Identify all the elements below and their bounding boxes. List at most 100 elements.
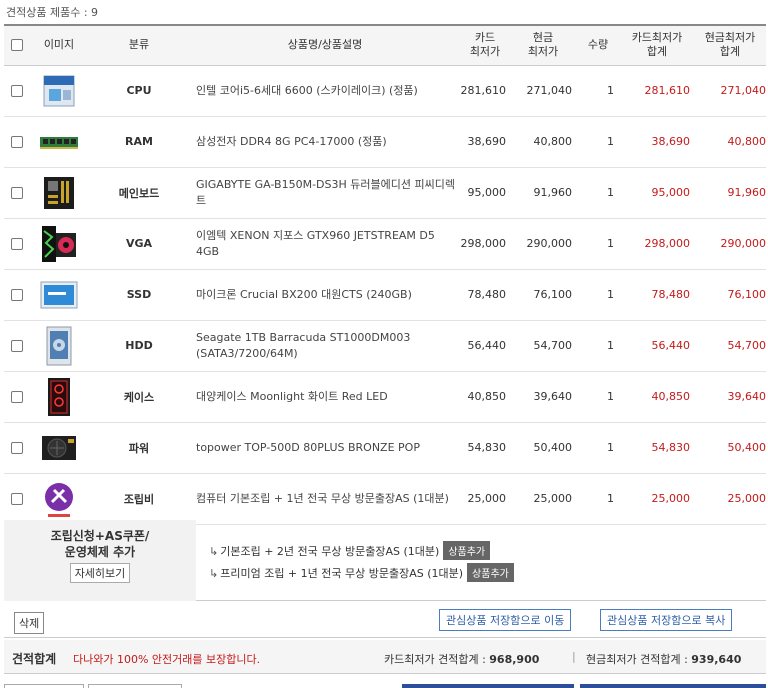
quantity: 1	[576, 218, 620, 270]
quantity: 1	[576, 371, 620, 423]
graphics-card-icon[interactable]	[38, 223, 80, 265]
footer-button-stub[interactable]	[88, 684, 182, 688]
card-total: 281,610	[620, 65, 694, 117]
row-checkbox[interactable]	[11, 238, 23, 250]
table-header: 이미지 분류 상품명/상품설명 카드 최저가 현금 최저가 수량 카드최저가 합계 현…	[4, 24, 766, 66]
product-name[interactable]: 컴퓨터 기본조립 + 1년 전국 무상 방문출장AS (1대분)	[190, 473, 460, 525]
assembly-options-section: 조립신청+AS쿠폰/ 운영체제 추가 자세히보기 ↳ 기본조립 + 2년 전국 무…	[4, 520, 766, 601]
table-row: HDD Seagate 1TB Barracuda ST1000DM003 (S…	[4, 320, 766, 372]
cash-total: 25,000	[694, 473, 766, 525]
product-name[interactable]: 대양케이스 Moonlight 화이트 Red LED	[190, 371, 460, 423]
product-name[interactable]: 마이크론 Crucial BX200 대원CTS (240GB)	[190, 269, 460, 321]
add-product-button[interactable]: 상품추가	[443, 541, 491, 560]
card-price: 54,830	[460, 422, 510, 474]
card-total: 25,000	[620, 473, 694, 525]
footer-button-stub[interactable]	[580, 684, 766, 688]
product-name[interactable]: 삼성전자 DDR4 8G PC4-17000 (정품)	[190, 116, 460, 168]
card-price: 95,000	[460, 167, 510, 219]
cash-price: 25,000	[510, 473, 576, 525]
table-row: 파워 topower TOP-500D 80PLUS BRONZE POP 54…	[4, 422, 766, 474]
ssd-icon[interactable]	[38, 274, 80, 316]
assembly-options-panel: 조립신청+AS쿠폰/ 운영체제 추가 자세히보기	[4, 520, 196, 601]
save-move-button[interactable]: 관심상품 저장함으로 이동	[439, 609, 572, 631]
table-row: 메인보드 GIGABYTE GA-B150M-DS3H 듀러블에디션 피씨디렉트…	[4, 167, 766, 219]
row-checkbox[interactable]	[11, 391, 23, 403]
footer-button-stub[interactable]	[4, 684, 84, 688]
category-label: 케이스	[88, 371, 190, 423]
quantity: 1	[576, 65, 620, 117]
power-supply-icon[interactable]	[38, 427, 80, 469]
cpu-box-icon[interactable]	[38, 70, 80, 112]
cash-total: 54,700	[694, 320, 766, 372]
col-card-low: 카드 최저가	[460, 24, 510, 66]
table-row: VGA 이엠텍 XENON 지포스 GTX960 JETSTREAM D5 4G…	[4, 218, 766, 270]
corner-arrow-icon: ↳	[209, 545, 219, 558]
detail-view-button[interactable]: 자세히보기	[69, 563, 131, 583]
row-checkbox[interactable]	[11, 85, 23, 97]
cash-price: 76,100	[510, 269, 576, 321]
product-name[interactable]: topower TOP-500D 80PLUS BRONZE POP	[190, 422, 460, 474]
cash-price: 50,400	[510, 422, 576, 474]
quantity: 1	[576, 320, 620, 372]
ram-stick-icon[interactable]	[38, 121, 80, 163]
row-checkbox[interactable]	[11, 289, 23, 301]
table-row: SSD 마이크론 Crucial BX200 대원CTS (240GB) 78,…	[4, 269, 766, 321]
row-checkbox[interactable]	[11, 493, 23, 505]
category-label: CPU	[88, 65, 190, 117]
card-price: 25,000	[460, 473, 510, 525]
table-row: RAM 삼성전자 DDR4 8G PC4-17000 (정품) 38,690 4…	[4, 116, 766, 168]
card-total: 78,480	[620, 269, 694, 321]
assembly-service-icon[interactable]	[38, 478, 80, 520]
row-checkbox[interactable]	[11, 136, 23, 148]
assembly-option-basic: ↳ 기본조립 + 2년 전국 무상 방문출장AS (1대분) 상품추가	[209, 541, 491, 560]
col-category: 분류	[88, 24, 190, 66]
row-checkbox[interactable]	[11, 442, 23, 454]
category-label: RAM	[88, 116, 190, 168]
assembly-options-title: 조립신청+AS쿠폰/ 운영체제 추가	[50, 529, 150, 559]
category-label: 조립비	[88, 473, 190, 525]
cash-price: 54,700	[510, 320, 576, 372]
category-label: HDD	[88, 320, 190, 372]
table-row: 케이스 대양케이스 Moonlight 화이트 Red LED 40,850 3…	[4, 371, 766, 423]
total-separator: |	[572, 650, 576, 663]
col-cash-total: 현금최저가 합계	[694, 24, 766, 66]
category-label: SSD	[88, 269, 190, 321]
add-product-button[interactable]: 상품추가	[467, 563, 514, 582]
cash-total: 91,960	[694, 167, 766, 219]
quote-total-bar: 견적합계 다나와가 100% 안전거래를 보장합니다. 카드최저가 견적합계 :…	[4, 640, 766, 674]
cash-price: 290,000	[510, 218, 576, 270]
delete-button[interactable]: 삭제	[14, 612, 45, 634]
save-copy-button[interactable]: 관심상품 저장함으로 복사	[600, 609, 733, 631]
category-label: VGA	[88, 218, 190, 270]
safe-trade-notice: 다나와가 100% 안전거래를 보장합니다.	[73, 653, 261, 666]
quantity: 1	[576, 116, 620, 168]
product-name[interactable]: GIGABYTE GA-B150M-DS3H 듀러블에디션 피씨디렉트	[190, 167, 460, 219]
product-name[interactable]: Seagate 1TB Barracuda ST1000DM003 (SATA3…	[190, 320, 460, 372]
mainboard-icon[interactable]	[38, 172, 80, 214]
pc-case-icon[interactable]	[38, 376, 80, 418]
footer-button-stub[interactable]	[402, 684, 574, 688]
select-all-checkbox[interactable]	[11, 39, 23, 52]
table-row: 조립비 컴퓨터 기본조립 + 1년 전국 무상 방문출장AS (1대분) 25,…	[4, 473, 766, 525]
row-checkbox[interactable]	[11, 187, 23, 199]
cash-total: 271,040	[694, 65, 766, 117]
cash-price: 271,040	[510, 65, 576, 117]
card-price: 38,690	[460, 116, 510, 168]
hdd-icon[interactable]	[38, 325, 80, 367]
cash-total: 50,400	[694, 422, 766, 474]
card-total: 40,850	[620, 371, 694, 423]
quantity: 1	[576, 422, 620, 474]
product-name[interactable]: 이엠텍 XENON 지포스 GTX960 JETSTREAM D5 4GB	[190, 218, 460, 270]
card-price: 281,610	[460, 65, 510, 117]
product-count: 견적상품 제품수 : 9	[6, 6, 99, 19]
cash-total: 76,100	[694, 269, 766, 321]
cash-price: 40,800	[510, 116, 576, 168]
col-image: 이미지	[30, 24, 88, 66]
row-checkbox[interactable]	[11, 340, 23, 352]
card-price: 56,440	[460, 320, 510, 372]
table-row: CPU 인텔 코어i5-6세대 6600 (스카이레이크) (정품) 281,6…	[4, 65, 766, 117]
col-name: 상품명/상품설명	[190, 24, 460, 66]
product-name[interactable]: 인텔 코어i5-6세대 6600 (스카이레이크) (정품)	[190, 65, 460, 117]
total-title: 견적합계	[12, 652, 57, 666]
card-total: 54,830	[620, 422, 694, 474]
